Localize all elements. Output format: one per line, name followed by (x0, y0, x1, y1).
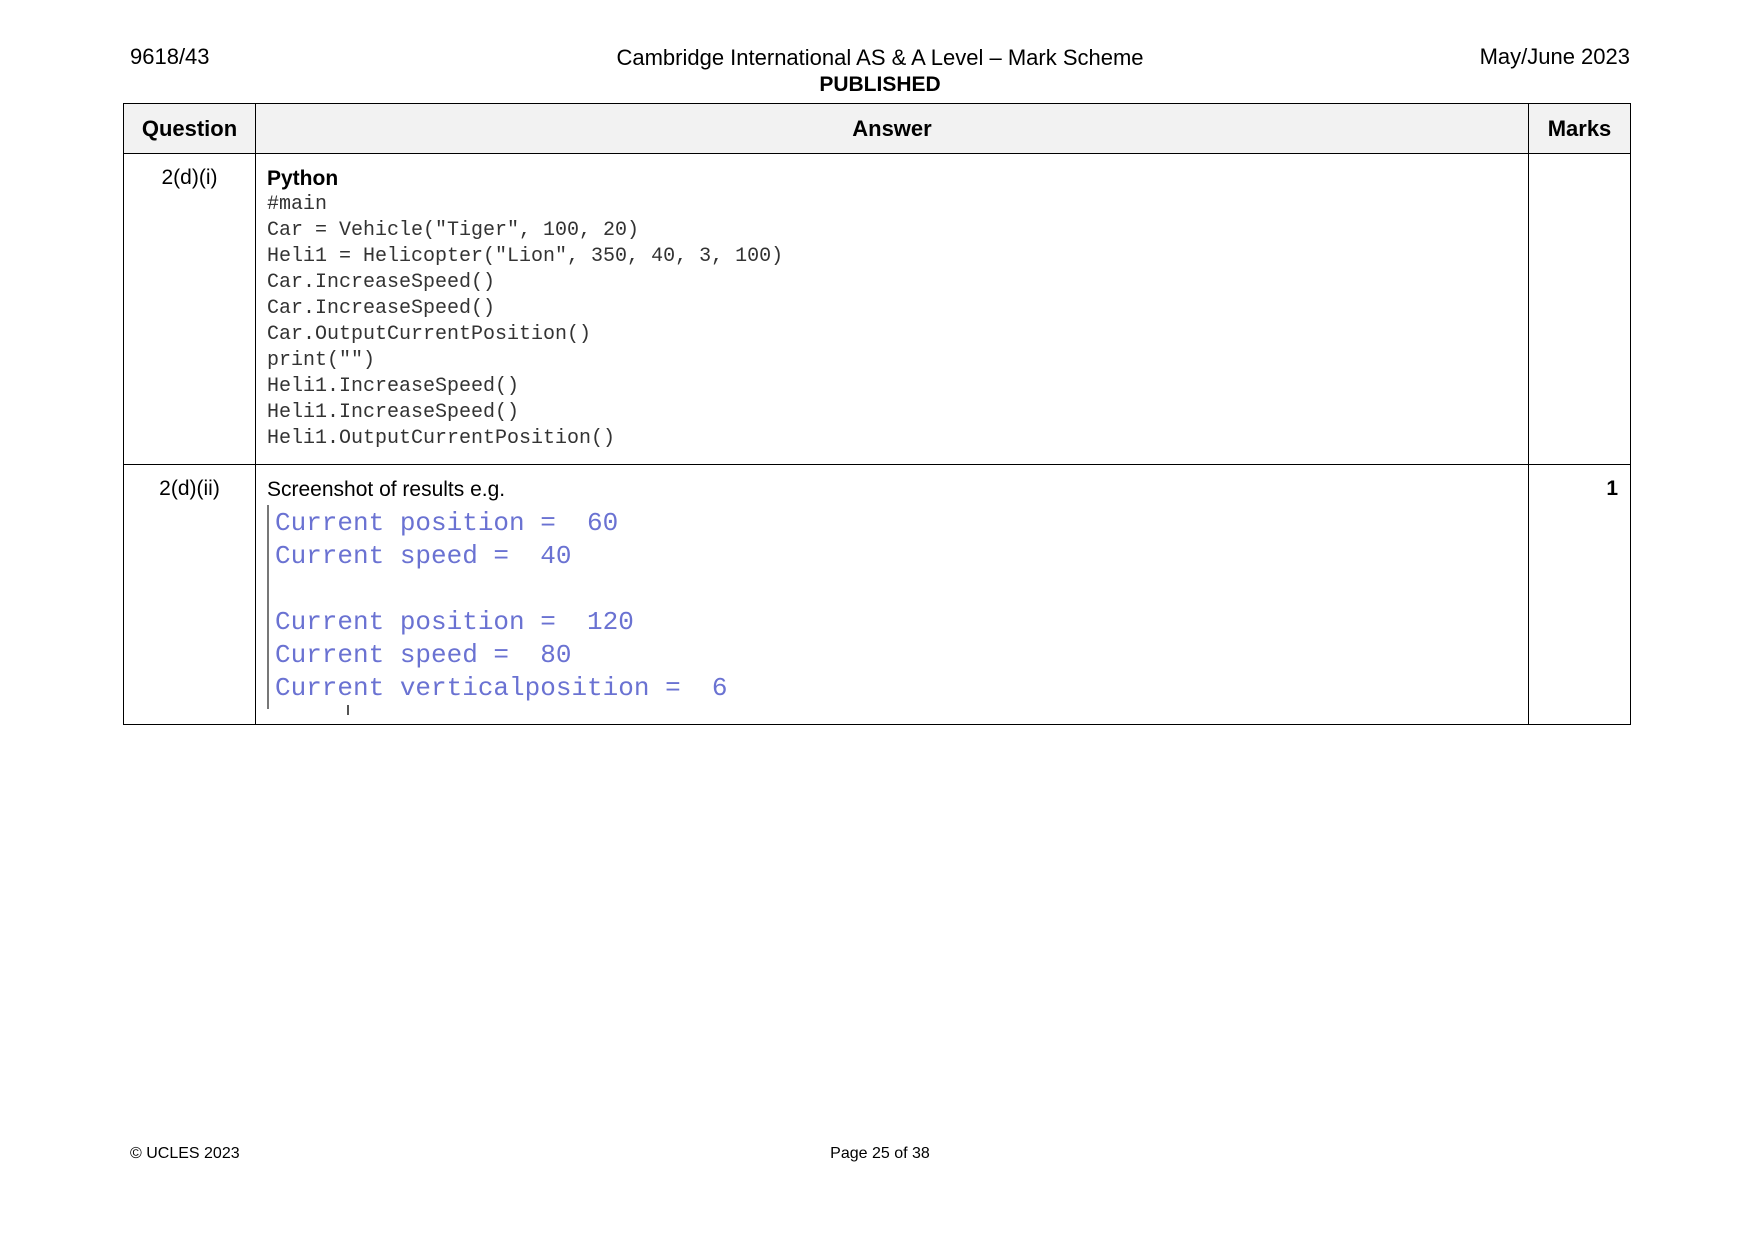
marks-column-header: Marks (1528, 103, 1631, 154)
output-line: Current verticalposition = 6 (275, 673, 728, 703)
text-cursor-mark (347, 705, 349, 715)
output-screenshot: Current position = 60 Current speed = 40… (267, 505, 835, 715)
page-header: 9618/43 Cambridge International AS & A L… (130, 44, 1630, 104)
table-row: 2(d)(i) Python #main Car = Vehicle("Tige… (123, 153, 1631, 465)
table-header-row: Question Answer Marks (123, 103, 1631, 154)
published-label: PUBLISHED (819, 73, 941, 96)
marks-value (1528, 153, 1631, 465)
output-line: Current speed = 80 (275, 640, 572, 670)
language-heading: Python (267, 167, 339, 190)
question-number: 2(d)(i) (123, 153, 256, 465)
python-code-block: #main Car = Vehicle("Tiger", 100, 20) He… (267, 193, 784, 450)
answer-cell: Python #main Car = Vehicle("Tiger", 100,… (255, 153, 1529, 465)
question-number: 2(d)(ii) (123, 464, 256, 725)
document-title-block: Cambridge International AS & A Level – M… (130, 44, 1630, 98)
answer-column-header: Answer (255, 103, 1529, 154)
output-line: Current speed = 40 (275, 541, 572, 571)
document-title: Cambridge International AS & A Level – M… (616, 45, 1144, 70)
output-line: Current position = 60 (275, 508, 619, 538)
mark-scheme-table: Question Answer Marks 2(d)(i) Python #ma… (123, 103, 1631, 725)
question-column-header: Question (123, 103, 256, 154)
output-line: Current position = 120 (275, 607, 634, 637)
marks-value: 1 (1528, 464, 1631, 725)
page-number: Page 25 of 38 (830, 1145, 930, 1162)
table-row: 2(d)(ii) Screenshot of results e.g. Curr… (123, 464, 1631, 725)
screenshot-caption: Screenshot of results e.g. (267, 478, 506, 501)
exam-session: May/June 2023 (1479, 44, 1630, 69)
answer-cell: Screenshot of results e.g. Current posit… (255, 464, 1529, 725)
